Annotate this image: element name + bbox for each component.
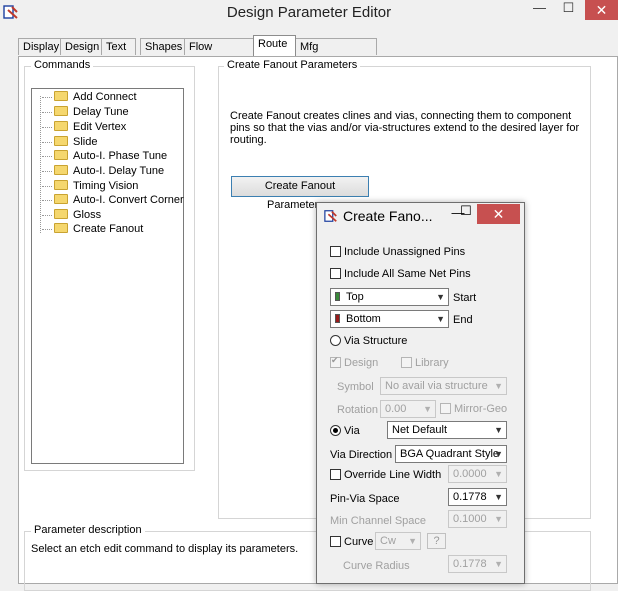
folder-icon — [54, 180, 68, 191]
tree-item-add-connect[interactable]: Add Connect — [42, 90, 137, 104]
folder-icon — [54, 106, 68, 117]
help-button[interactable]: ? — [427, 533, 446, 549]
tree-item-create-fanout[interactable]: Create Fanout — [42, 222, 143, 236]
curve-checkbox[interactable]: Curve — [330, 535, 373, 548]
line-width-input[interactable]: 0.0000 ▼ — [448, 465, 507, 483]
pin-via-space-label: Pin-Via Space — [330, 493, 400, 505]
checkbox-box[interactable] — [440, 402, 451, 414]
radio-button[interactable] — [330, 424, 341, 436]
commands-tree[interactable]: Add Connect Delay Tune Edit Vertex Slide… — [31, 88, 184, 464]
chevron-down-icon: ▼ — [436, 292, 445, 302]
start-color-swatch — [335, 291, 340, 301]
tree-item-gloss[interactable]: Gloss — [42, 208, 101, 222]
commands-label: Commands — [31, 59, 94, 71]
via-select[interactable]: Net Default ▼ — [387, 421, 507, 439]
chevron-down-icon: ▼ — [494, 469, 503, 479]
start-layer-select[interactable]: Top ▼ — [330, 288, 449, 306]
dialog-close-icon[interactable]: ✕ — [477, 204, 520, 224]
tree-item-timing-vision[interactable]: Timing Vision — [42, 179, 138, 193]
via-direction-label: Via Direction — [330, 449, 393, 461]
tab-display[interactable]: Display — [18, 38, 61, 55]
minimize-icon[interactable]: — — [526, 0, 553, 20]
include-same-net-pins-checkbox[interactable]: Include All Same Net Pins — [330, 267, 471, 280]
chevron-down-icon: ▼ — [494, 559, 503, 569]
radio-button[interactable] — [330, 334, 341, 346]
via-structure-radio[interactable]: Via Structure — [330, 334, 407, 347]
curve-direction-select[interactable]: Cw ▼ — [375, 532, 421, 550]
min-channel-space-label: Min Channel Space — [330, 515, 427, 527]
via-direction-select[interactable]: BGA Quadrant Style ▼ — [395, 445, 507, 463]
tree-item-delay-tune[interactable]: Delay Tune — [42, 105, 129, 119]
tab-route[interactable]: Route — [253, 35, 296, 56]
tree-connector-line — [40, 96, 41, 233]
symbol-select[interactable]: No avail via structure ▼ — [380, 377, 507, 395]
folder-icon — [54, 91, 68, 102]
tab-flow-planning[interactable]: Flow Planning — [184, 38, 254, 70]
end-color-swatch — [335, 313, 340, 323]
checkbox-box[interactable] — [330, 468, 341, 480]
end-label: End — [453, 314, 473, 326]
tree-item-auto-phase-tune[interactable]: Auto-I. Phase Tune — [42, 149, 167, 163]
start-label: Start — [453, 292, 477, 304]
symbol-label: Symbol — [337, 381, 374, 393]
chevron-down-icon: ▼ — [494, 425, 503, 435]
curve-radius-label: Curve Radius — [343, 560, 410, 572]
tab-shapes[interactable]: Shapes — [140, 38, 185, 55]
folder-icon — [54, 121, 68, 132]
checkbox-box[interactable] — [401, 356, 412, 368]
tab-mfg-applications[interactable]: Mfg Applications — [295, 38, 377, 70]
folder-icon — [54, 223, 68, 234]
chevron-down-icon: ▼ — [494, 449, 503, 459]
rotation-select[interactable]: 0.00 ▼ — [380, 400, 436, 418]
params-label: Create Fanout Parameters — [224, 59, 361, 71]
folder-icon — [54, 194, 68, 205]
folder-icon — [54, 150, 68, 161]
rotation-label: Rotation — [337, 404, 378, 416]
dialog-app-icon — [324, 210, 337, 222]
override-line-width-checkbox[interactable]: Override Line Width — [330, 468, 441, 481]
curve-radius-input[interactable]: 0.1778 ▼ — [448, 555, 507, 573]
chevron-down-icon: ▼ — [494, 492, 503, 502]
pin-via-space-input[interactable]: 0.1778 ▼ — [448, 488, 507, 506]
include-unassigned-pins-checkbox[interactable]: Include Unassigned Pins — [330, 245, 465, 258]
end-layer-select[interactable]: Bottom ▼ — [330, 310, 449, 328]
dialog-maximize-icon[interactable]: ☐ — [455, 203, 477, 219]
tree-item-edit-vertex[interactable]: Edit Vertex — [42, 120, 126, 134]
create-fanout-dialog: Create Fano... — ☐ ✕ Include Unassigned … — [316, 202, 525, 584]
via-radio[interactable]: Via — [330, 424, 360, 437]
checkbox-box[interactable] — [330, 355, 341, 368]
tree-item-auto-convert-corner[interactable]: Auto-I. Convert Corner — [42, 193, 184, 207]
tree-item-auto-delay-tune[interactable]: Auto-I. Delay Tune — [42, 164, 164, 178]
chevron-down-icon: ▼ — [494, 514, 503, 524]
min-channel-space-input[interactable]: 0.1000 ▼ — [448, 510, 507, 528]
folder-icon — [54, 136, 68, 147]
mirror-geo-checkbox[interactable]: Mirror-Geo — [440, 402, 507, 415]
tab-text[interactable]: Text — [101, 38, 136, 55]
maximize-icon[interactable]: ☐ — [555, 0, 582, 20]
chevron-down-icon: ▼ — [423, 404, 432, 414]
folder-icon — [54, 209, 68, 220]
chevron-down-icon: ▼ — [408, 536, 417, 546]
library-checkbox[interactable]: Library — [401, 356, 449, 369]
chevron-down-icon: ▼ — [436, 314, 445, 324]
checkbox-box[interactable] — [330, 267, 341, 279]
checkbox-box[interactable] — [330, 535, 341, 547]
folder-icon — [54, 165, 68, 176]
checkbox-box[interactable] — [330, 245, 341, 257]
tab-design[interactable]: Design — [60, 38, 102, 55]
close-icon[interactable]: ✕ — [585, 0, 618, 20]
dialog-title: Create Fano... — [343, 208, 433, 224]
params-description: Create Fanout creates clines and vias, c… — [230, 110, 580, 146]
tree-item-slide[interactable]: Slide — [42, 135, 97, 149]
parameter-description-text: Select an etch edit command to display i… — [31, 543, 299, 555]
design-checkbox[interactable]: Design — [330, 355, 378, 369]
chevron-down-icon: ▼ — [494, 381, 503, 391]
create-fanout-parameters-button[interactable]: Create Fanout Parameters... — [231, 176, 369, 211]
parameter-description-label: Parameter description — [31, 524, 145, 536]
